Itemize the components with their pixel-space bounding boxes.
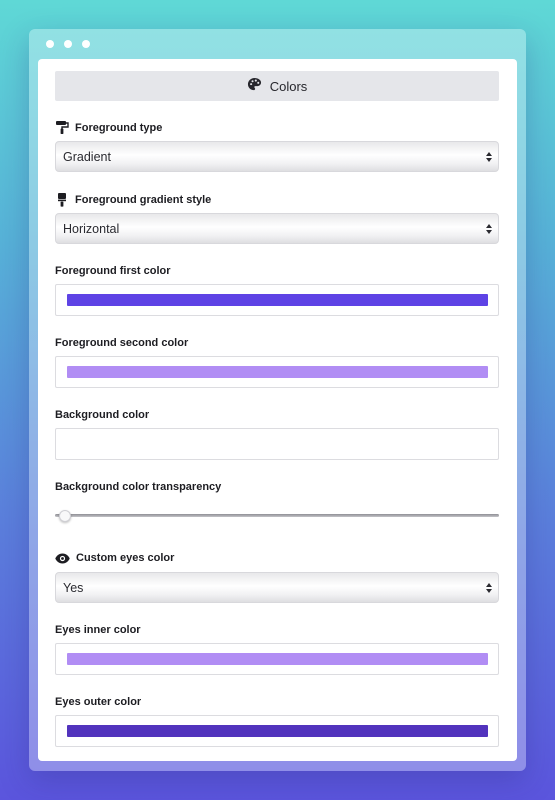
paint-brush-icon <box>55 193 69 207</box>
transparency-slider[interactable] <box>55 514 499 517</box>
eyes-inner-color-picker[interactable] <box>55 643 499 675</box>
eyes-outer-label: Eyes outer color <box>55 696 141 708</box>
section-title: Colors <box>269 78 308 94</box>
gradient-style-label: Foreground gradient style <box>55 193 211 207</box>
first-color-swatch <box>67 294 488 306</box>
first-color-label: Foreground first color <box>55 265 171 277</box>
colors-section-header[interactable]: Colors <box>55 71 499 101</box>
eyes-inner-text: Eyes inner color <box>55 624 141 636</box>
app-window: Colors Foreground type Gradient Foregrou… <box>29 29 526 771</box>
window-dot-minimize[interactable] <box>64 40 72 48</box>
eyes-outer-text: Eyes outer color <box>55 696 142 708</box>
palette-icon <box>247 77 262 95</box>
custom-eyes-value: Yes <box>63 580 84 595</box>
eyes-inner-swatch <box>67 653 488 665</box>
background-color-swatch <box>67 438 488 450</box>
first-color-text: Foreground first color <box>55 265 171 277</box>
paint-roller-icon <box>55 121 69 134</box>
eye-icon <box>55 553 70 564</box>
foreground-type-text: Foreground type <box>75 121 163 134</box>
transparency-label: Background color transparency <box>55 481 221 493</box>
window-controls <box>46 40 90 48</box>
first-color-picker[interactable] <box>55 284 499 316</box>
foreground-type-value: Gradient <box>63 149 111 164</box>
select-arrows-icon <box>486 152 492 162</box>
colors-panel: Colors Foreground type Gradient Foregrou… <box>38 59 517 761</box>
transparency-text: Background color transparency <box>55 481 222 493</box>
eyes-inner-label: Eyes inner color <box>55 624 141 636</box>
gradient-style-select[interactable]: Horizontal <box>55 213 499 244</box>
gradient-style-value: Horizontal <box>63 221 120 236</box>
second-color-picker[interactable] <box>55 356 499 388</box>
second-color-label: Foreground second color <box>55 337 188 349</box>
custom-eyes-select[interactable]: Yes <box>55 572 499 603</box>
gradient-style-text: Foreground gradient style <box>75 194 212 206</box>
transparency-slider-thumb[interactable] <box>59 510 71 522</box>
second-color-swatch <box>67 366 488 378</box>
window-dot-maximize[interactable] <box>82 40 90 48</box>
background-color-label: Background color <box>55 409 149 421</box>
window-dot-close[interactable] <box>46 40 54 48</box>
background-color-picker[interactable] <box>55 428 499 460</box>
eyes-outer-color-picker[interactable] <box>55 715 499 747</box>
second-color-text: Foreground second color <box>55 337 189 349</box>
foreground-type-label: Foreground type <box>55 121 162 134</box>
background-color-text: Background color <box>55 409 150 421</box>
foreground-type-select[interactable]: Gradient <box>55 141 499 172</box>
select-arrows-icon <box>486 583 492 593</box>
select-arrows-icon <box>486 224 492 234</box>
custom-eyes-text: Custom eyes color <box>76 552 175 564</box>
eyes-outer-swatch <box>67 725 488 737</box>
custom-eyes-label: Custom eyes color <box>55 552 174 564</box>
